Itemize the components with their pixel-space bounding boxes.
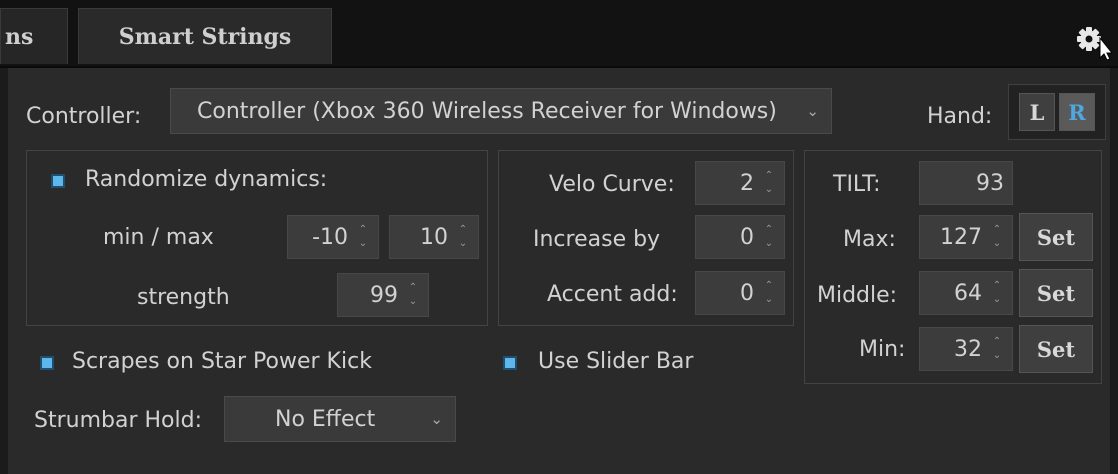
hand-toggle: L R [1008,84,1106,140]
randomize-checkbox[interactable] [51,174,65,188]
set-min-button[interactable]: Set [1019,325,1093,373]
velocity-group: Velo Curve: 2 ⌃ ⌄ Increase by 0 ⌃ ⌄ Accent… [498,150,794,326]
up-down-arrows-icon[interactable]: ⌃ ⌄ [989,281,1005,305]
scrapes-checkbox[interactable] [40,356,54,370]
up-down-arrows-icon[interactable]: ⌃ ⌄ [761,171,777,195]
up-down-arrows-icon[interactable]: ⌃ ⌄ [455,225,471,249]
up-down-arrows-icon[interactable]: ⌃ ⌄ [355,225,371,249]
random-max-value: 10 [420,224,448,250]
up-down-arrows-icon[interactable]: ⌃ ⌄ [761,281,777,305]
tilt-middle-label: Middle: [817,283,898,308]
set-middle-label: Set [1036,280,1076,306]
set-min-label: Set [1036,336,1076,362]
scrapes-label: Scrapes on Star Power Kick [72,349,372,374]
strength-spinner[interactable]: 99 ⌃ ⌄ [337,273,429,317]
random-max-spinner[interactable]: 10 ⌃ ⌄ [389,215,479,259]
slider-bar-checkbox[interactable] [503,356,517,370]
increase-by-spinner[interactable]: 0 ⌃ ⌄ [695,215,785,259]
up-down-arrows-icon[interactable]: ⌃ ⌄ [989,225,1005,249]
hand-left-button[interactable]: L [1019,93,1055,131]
strength-value: 99 [370,282,398,308]
tab-partial[interactable]: ns [0,8,68,64]
set-max-button[interactable]: Set [1019,213,1093,261]
tilt-min-value: 32 [954,336,982,362]
increase-by-value: 0 [740,224,754,250]
mouse-pointer-icon [1099,36,1112,60]
chevron-down-icon: ⌄ [430,410,443,428]
hand-right-button[interactable]: R [1059,93,1095,131]
slider-bar-label: Use Slider Bar [538,349,694,374]
strumbar-hold-value: No Effect [275,406,376,432]
tilt-max-spinner[interactable]: 127 ⌃ ⌄ [919,215,1013,259]
hand-left-label: L [1029,99,1045,125]
tilt-group: TILT: 93 Max: 127 ⌃ ⌄ Set Middle: 64 ⌃ ⌄ S… [804,150,1102,384]
tilt-max-value: 127 [940,224,982,250]
up-down-arrows-icon[interactable]: ⌃ ⌄ [761,225,777,249]
strumbar-hold-label: Strumbar Hold: [34,408,202,433]
random-min-spinner[interactable]: -10 ⌃ ⌄ [287,215,379,259]
strumbar-hold-dropdown[interactable]: No Effect ⌄ [224,396,456,442]
hand-label: Hand: [927,104,993,129]
accent-add-spinner[interactable]: 0 ⌃ ⌄ [695,271,785,315]
up-down-arrows-icon[interactable]: ⌃ ⌄ [405,283,421,307]
tab-partial-label: ns [5,24,34,50]
tab-smart-strings[interactable]: Smart Strings [78,8,332,64]
settings-panel: Controller: Controller (Xbox 360 Wireles… [8,68,1110,474]
velo-curve-spinner[interactable]: 2 ⌃ ⌄ [695,161,785,205]
minmax-label: min / max [103,225,214,250]
tilt-middle-value: 64 [954,280,982,306]
velo-curve-label: Velo Curve: [549,172,675,197]
controller-value: Controller (Xbox 360 Wireless Receiver f… [197,98,777,124]
up-down-arrows-icon[interactable]: ⌃ ⌄ [989,337,1005,361]
tab-smart-strings-label: Smart Strings [118,24,292,50]
chevron-down-icon: ⌄ [806,102,819,120]
controller-dropdown[interactable]: Controller (Xbox 360 Wireless Receiver f… [170,88,832,134]
randomize-label: Randomize dynamics: [85,167,328,192]
hand-right-label: R [1068,99,1086,125]
set-middle-button[interactable]: Set [1019,269,1093,317]
accent-add-label: Accent add: [547,282,678,307]
tilt-min-label: Min: [859,337,906,362]
tilt-label: TILT: [833,172,881,197]
random-min-value: -10 [312,224,348,250]
tab-bar: ns Smart Strings [0,0,1118,68]
strength-label: strength [137,285,230,310]
increase-by-label: Increase by [533,227,661,252]
randomize-group: Randomize dynamics: min / max -10 ⌃ ⌄ 10 … [26,150,488,326]
set-max-label: Set [1036,224,1076,250]
velo-curve-value: 2 [740,170,754,196]
tilt-middle-spinner[interactable]: 64 ⌃ ⌄ [919,271,1013,315]
tilt-max-label: Max: [843,227,896,252]
controller-label: Controller: [26,104,142,129]
tilt-min-spinner[interactable]: 32 ⌃ ⌄ [919,327,1013,371]
settings-button[interactable] [1072,20,1112,60]
accent-add-value: 0 [740,280,754,306]
tilt-value-field: 93 [919,161,1013,205]
tilt-value: 93 [976,170,1004,196]
